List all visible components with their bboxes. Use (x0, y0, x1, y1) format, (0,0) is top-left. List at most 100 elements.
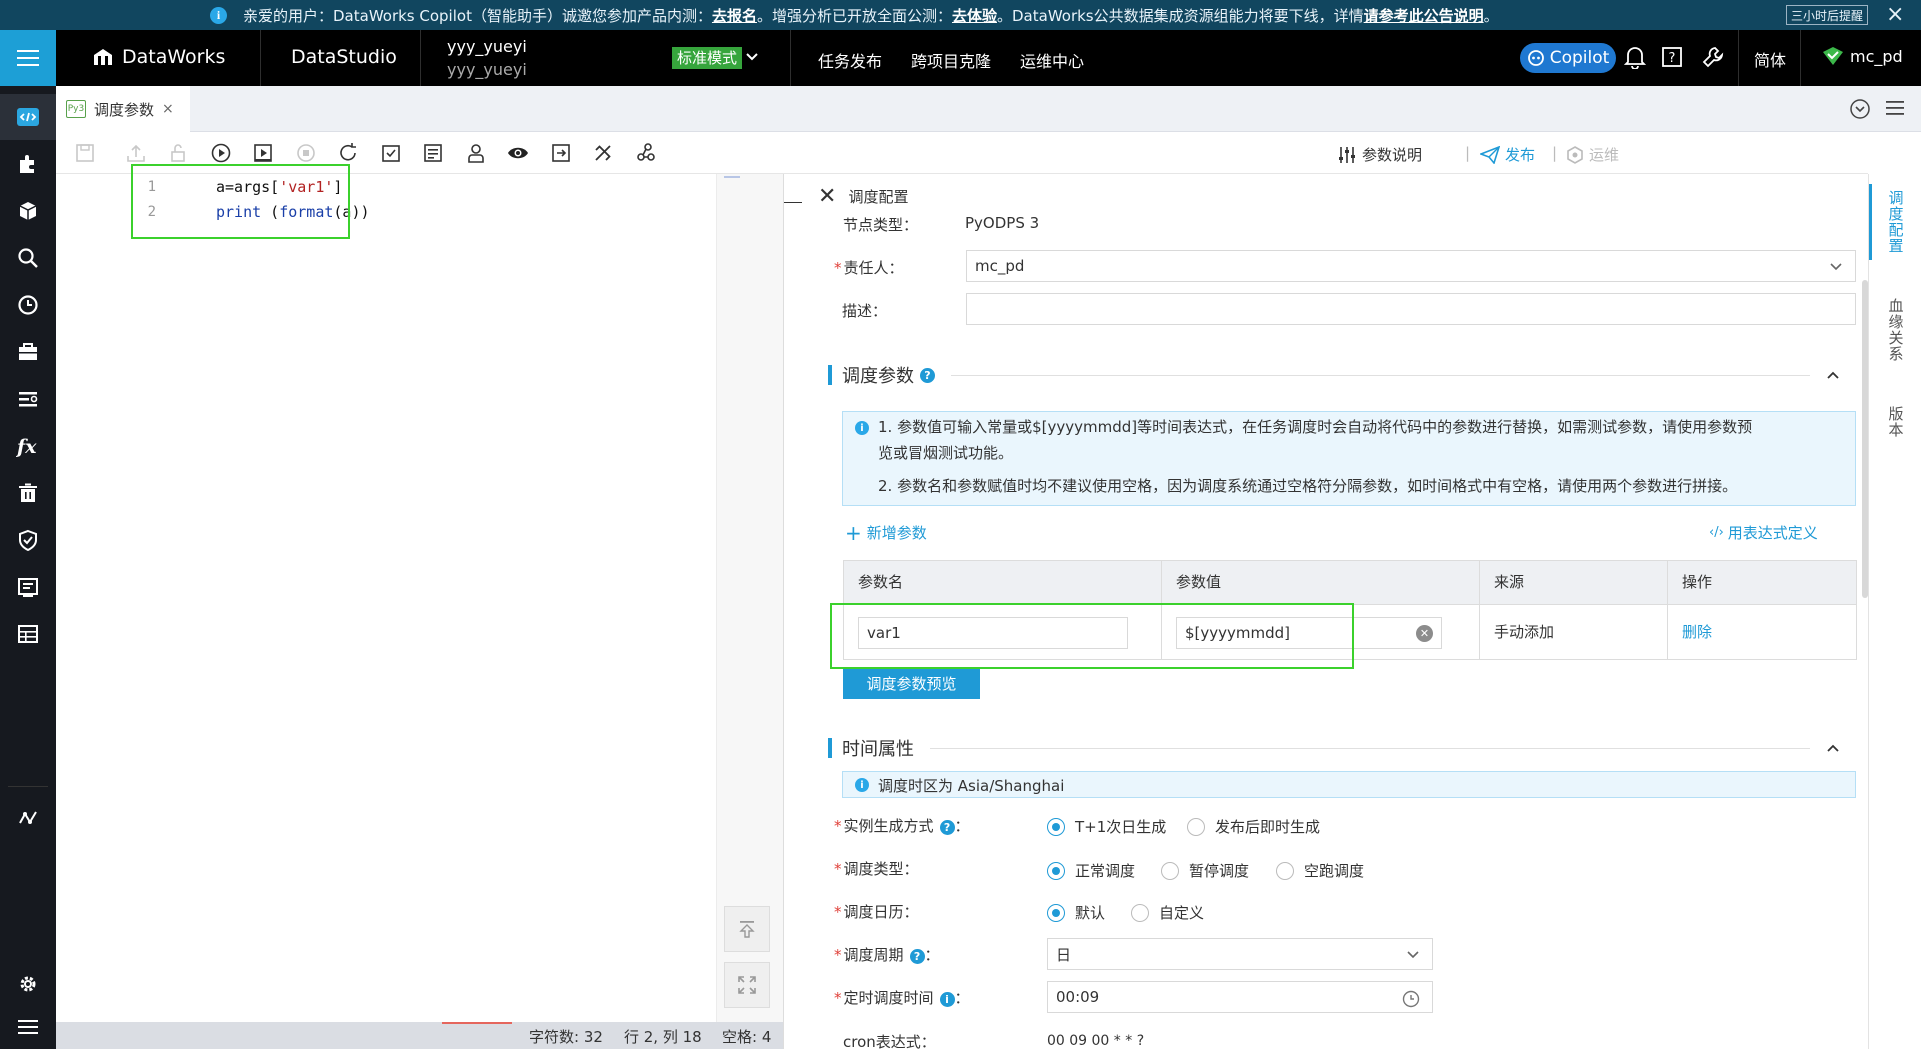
sliders-icon (1339, 146, 1355, 163)
publish-button[interactable]: 发布 (1480, 144, 1535, 165)
rail-table-icon[interactable] (16, 622, 40, 646)
code-editor[interactable]: 1 2 a=args['var1'] print (format(a)) (56, 164, 783, 1022)
collapse-chevron-up-icon[interactable] (1826, 743, 1840, 753)
tab-schedule-params[interactable]: Py3 调度参数 × (56, 86, 190, 132)
side-tab-lineage[interactable]: 血缘关系 (1887, 298, 1905, 362)
rail-function-icon[interactable]: fx (16, 434, 40, 458)
nav-ops-center[interactable]: 运维中心 (1020, 48, 1084, 72)
fullscreen-button[interactable] (724, 962, 770, 1008)
rail-settings-icon[interactable] (16, 972, 40, 996)
radio-custom-calendar[interactable]: 自定义 (1131, 902, 1204, 923)
code-review-icon[interactable] (465, 142, 487, 164)
wrench-icon[interactable] (1701, 45, 1725, 69)
rail-trash-icon[interactable] (16, 481, 40, 505)
tab-close-icon[interactable]: × (162, 101, 174, 117)
define-by-expression-link[interactable]: ‹/› 用表达式定义 (1709, 522, 1818, 543)
user-menu[interactable]: mc_pd (1822, 46, 1903, 66)
rail-cube-icon[interactable] (16, 199, 40, 223)
rail-lineage-icon[interactable] (16, 806, 40, 830)
side-tab-schedule-config[interactable]: 调度配置 (1887, 190, 1905, 254)
stop-icon[interactable] (295, 142, 317, 164)
bell-icon[interactable] (1624, 45, 1646, 69)
owner-select[interactable]: mc_pd (966, 250, 1856, 282)
notice-try-link[interactable]: 去体验 (952, 5, 997, 26)
radio-pause[interactable]: 暂停调度 (1161, 860, 1249, 881)
hamburger-menu-button[interactable] (0, 30, 56, 86)
svg-text:fx: fx (16, 436, 37, 457)
gen-method-label: * 实例生成方式?： (834, 817, 970, 835)
radio-t1-next-day[interactable]: T+1次日生成 (1047, 816, 1166, 837)
workspace-name[interactable]: yyy_yueyi (447, 37, 527, 56)
rail-doc-icon[interactable] (16, 575, 40, 599)
collapse-chevron-up-icon[interactable] (1826, 370, 1840, 380)
add-param-button[interactable]: + 新增参数 (845, 522, 927, 543)
delete-param-link[interactable]: 删除 (1682, 621, 1712, 642)
module-datastudio[interactable]: DataStudio (291, 46, 397, 68)
sched-params-header[interactable]: 调度参数 ? (828, 362, 1840, 388)
panel-close-icon[interactable]: ✕ (818, 185, 836, 207)
submit-icon[interactable] (125, 142, 147, 164)
param-row-highlight-box (830, 603, 1354, 669)
param-preview-button[interactable]: 调度参数预览 (843, 669, 980, 699)
dataworks-logo-icon (94, 49, 112, 65)
side-tab-version[interactable]: 版本 (1887, 406, 1905, 438)
save-icon[interactable] (74, 142, 96, 164)
rail-list-icon[interactable] (16, 387, 40, 411)
copilot-button[interactable]: Copilot (1520, 43, 1616, 73)
notice-close-icon[interactable]: × (1886, 2, 1904, 27)
desc-input[interactable] (966, 293, 1856, 325)
rail-search-icon[interactable] (16, 246, 40, 270)
notice-text-mid2: 。DataWorks公共数据集成资源组能力将要下线，详情 (997, 6, 1364, 25)
radio-dry-run[interactable]: 空跑调度 (1276, 860, 1364, 881)
radio-normal[interactable]: 正常调度 (1047, 860, 1135, 881)
code-brackets-icon: ‹/› (1709, 525, 1724, 540)
notice-text-end: 。 (1483, 6, 1499, 25)
run-icon[interactable] (210, 142, 232, 164)
steal-lock-icon[interactable] (167, 142, 189, 164)
notice-text-prefix: 亲爱的用户：DataWorks Copilot（智能助手）诚邀您参加产品内测： (243, 6, 712, 25)
dataworks-logo[interactable]: DataWorks (92, 46, 225, 68)
tab-menu-icon[interactable] (1886, 99, 1906, 117)
param-doc-button[interactable]: 参数说明 (1337, 144, 1422, 165)
nav-cross-project-clone[interactable]: 跨项目克隆 (911, 48, 991, 72)
cycle-select[interactable]: 日 (1047, 938, 1433, 970)
tab-dropdown-icon[interactable] (1849, 98, 1871, 120)
scroll-top-icon (739, 921, 755, 938)
timer-input[interactable]: 00:09 (1047, 981, 1433, 1013)
tools-icon[interactable] (592, 142, 614, 164)
rail-component-icon[interactable] (16, 152, 40, 176)
notice-signup-link[interactable]: 去报名 (712, 5, 757, 26)
run-with-params-icon[interactable] (252, 142, 274, 164)
language-switch[interactable]: 简体 (1754, 47, 1786, 71)
publish-label: 发布 (1505, 146, 1536, 164)
export-icon[interactable] (550, 142, 572, 164)
workspace-subname: yyy_yueyi (447, 60, 527, 79)
format-check-icon[interactable] (380, 142, 402, 164)
radio-default-calendar[interactable]: 默认 (1047, 902, 1105, 923)
info-line-1b: 览或冒烟测试功能。 (878, 444, 1014, 462)
scroll-to-top-button[interactable] (724, 906, 770, 952)
format-code-icon[interactable] (422, 142, 444, 164)
ops-button[interactable]: 运维 (1566, 144, 1619, 165)
rail-briefcase-icon[interactable] (16, 340, 40, 364)
remind-later-button[interactable]: 三小时后提醒 (1786, 5, 1868, 25)
owner-value: mc_pd (975, 257, 1025, 275)
time-attr-header[interactable]: 时间属性 (828, 735, 1840, 761)
indent-spaces[interactable]: 空格: 4 (722, 1026, 771, 1047)
mode-badge[interactable]: 标准模式 (672, 47, 743, 69)
rail-shield-icon[interactable] (16, 528, 40, 552)
reload-icon[interactable] (337, 142, 359, 164)
dependency-graph-icon[interactable] (635, 142, 657, 164)
radio-immediate[interactable]: 发布后即时生成 (1187, 816, 1320, 837)
rail-code-icon[interactable] (16, 105, 40, 129)
help-icon[interactable]: ? (1661, 45, 1683, 69)
mode-chevron-down-icon[interactable] (745, 50, 759, 64)
clear-value-icon[interactable]: ✕ (1416, 625, 1433, 642)
preview-eye-icon[interactable] (507, 142, 529, 164)
notice-announcement-link[interactable]: 请参考此公告说明 (1364, 5, 1484, 26)
nav-task-publish[interactable]: 任务发布 (818, 48, 882, 72)
rail-clock-icon[interactable] (16, 293, 40, 317)
py3-file-icon: Py3 (66, 100, 86, 118)
rail-collapse-menu-icon[interactable] (16, 1015, 40, 1039)
help-question-icon[interactable]: ? (920, 367, 935, 383)
